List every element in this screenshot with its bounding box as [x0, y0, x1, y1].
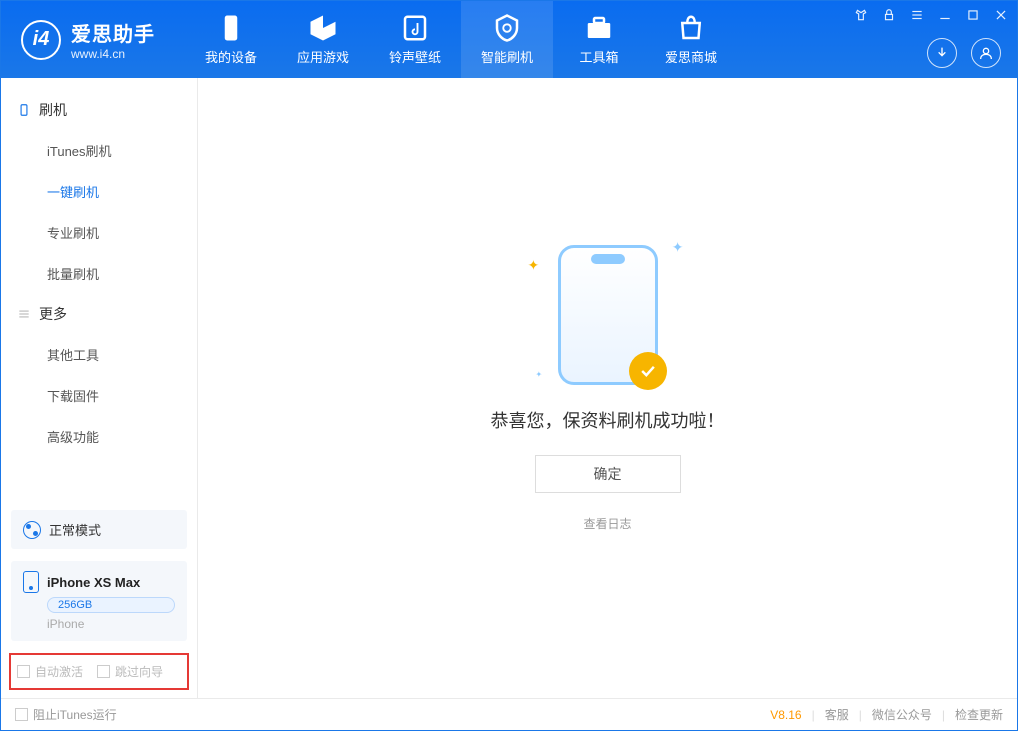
status-right: V8.16 | 客服 | 微信公众号 | 检查更新: [770, 706, 1003, 723]
header: i4 爱思助手 www.i4.cn 我的设备 应用游戏 铃声壁纸 智能刷机: [1, 1, 1017, 78]
nav-tab-label: 工具箱: [579, 47, 618, 66]
close-icon[interactable]: [993, 7, 1009, 23]
nav-tab-device[interactable]: 我的设备: [185, 1, 277, 78]
toolbox-icon: [584, 13, 614, 43]
sidebar: 刷机 iTunes刷机 一键刷机 专业刷机 批量刷机 更多 其他工具 下载固件 …: [1, 78, 198, 698]
menu-icon[interactable]: [909, 7, 925, 23]
shield-icon: [492, 13, 522, 43]
sidebar-item-pro[interactable]: 专业刷机: [1, 212, 197, 253]
checkbox-label: 跳过向导: [115, 663, 163, 680]
mode-label: 正常模式: [49, 520, 101, 539]
separator: |: [942, 708, 945, 722]
nav-tab-label: 智能刷机: [481, 47, 533, 66]
sidebar-group-more[interactable]: 更多: [1, 294, 197, 334]
logo-text: 爱思助手 www.i4.cn: [71, 18, 155, 61]
device-box[interactable]: iPhone XS Max 256GB iPhone: [11, 561, 187, 641]
body: 刷机 iTunes刷机 一键刷机 专业刷机 批量刷机 更多 其他工具 下载固件 …: [1, 78, 1017, 698]
sparkle-icon: ✦: [536, 370, 543, 379]
view-log-link[interactable]: 查看日志: [583, 515, 631, 532]
bottom-options-highlight: 自动激活 跳过向导: [9, 653, 189, 690]
cube-icon: [308, 13, 338, 43]
nav-tab-label: 我的设备: [205, 47, 257, 66]
device-storage-badge: 256GB: [47, 597, 175, 613]
store-icon: [676, 13, 706, 43]
success-text: 恭喜您，保资料刷机成功啦！: [491, 407, 725, 433]
logo-area: i4 爱思助手 www.i4.cn: [1, 1, 175, 78]
checkbox-skip-guide[interactable]: 跳过向导: [97, 663, 163, 680]
user-button[interactable]: [971, 38, 1001, 68]
device-icon: [23, 571, 39, 593]
status-link-support[interactable]: 客服: [825, 706, 849, 723]
sidebar-item-othertools[interactable]: 其他工具: [1, 334, 197, 375]
app-window: i4 爱思助手 www.i4.cn 我的设备 应用游戏 铃声壁纸 智能刷机: [0, 0, 1018, 731]
success-illustration: ✦ ✦ ✦: [558, 245, 658, 385]
phone-icon: [17, 103, 31, 117]
window-controls: [853, 7, 1009, 23]
app-title: 爱思助手: [71, 18, 155, 47]
checkbox-label: 阻止iTunes运行: [33, 706, 117, 723]
nav-tab-label: 应用游戏: [297, 47, 349, 66]
statusbar: 阻止iTunes运行 V8.16 | 客服 | 微信公众号 | 检查更新: [1, 698, 1017, 730]
sidebar-item-batch[interactable]: 批量刷机: [1, 253, 197, 294]
checkbox-icon: [15, 708, 28, 721]
nav-tab-ringtones[interactable]: 铃声壁纸: [369, 1, 461, 78]
confirm-button[interactable]: 确定: [535, 455, 681, 493]
sparkle-icon: ✦: [672, 239, 684, 256]
nav-tab-label: 爱思商城: [665, 47, 717, 66]
list-icon: [17, 307, 31, 321]
mode-box[interactable]: 正常模式: [11, 510, 187, 549]
main-content: ✦ ✦ ✦ 恭喜您，保资料刷机成功啦！ 确定 查看日志: [198, 78, 1017, 698]
status-link-update[interactable]: 检查更新: [955, 706, 1003, 723]
mode-icon: [23, 521, 41, 539]
nav-tab-label: 铃声壁纸: [389, 47, 441, 66]
status-link-wechat[interactable]: 微信公众号: [872, 706, 932, 723]
separator: |: [859, 708, 862, 722]
nav-tab-flash[interactable]: 智能刷机: [461, 1, 553, 78]
checkbox-block-itunes[interactable]: 阻止iTunes运行: [15, 706, 117, 723]
separator: |: [812, 708, 815, 722]
check-badge-icon: [629, 352, 667, 390]
sidebar-item-advanced[interactable]: 高级功能: [1, 416, 197, 457]
version-label: V8.16: [770, 708, 801, 722]
device-type: iPhone: [47, 617, 175, 631]
nav-tab-apps[interactable]: 应用游戏: [277, 1, 369, 78]
lock-icon[interactable]: [881, 7, 897, 23]
sparkle-icon: ✦: [528, 257, 540, 274]
checkbox-label: 自动激活: [35, 663, 83, 680]
nav-tab-store[interactable]: 爱思商城: [645, 1, 737, 78]
download-button[interactable]: [927, 38, 957, 68]
header-actions: [927, 38, 1001, 68]
device-icon: [216, 13, 246, 43]
sidebar-group-title: 刷机: [39, 100, 67, 120]
sidebar-item-oneclick[interactable]: 一键刷机: [1, 171, 197, 212]
sidebar-item-firmware[interactable]: 下载固件: [1, 375, 197, 416]
device-row: iPhone XS Max: [23, 571, 175, 593]
device-name: iPhone XS Max: [47, 575, 140, 590]
app-url: www.i4.cn: [71, 47, 155, 61]
checkbox-icon: [97, 665, 110, 678]
maximize-icon[interactable]: [965, 7, 981, 23]
phone-illustration-icon: [558, 245, 658, 385]
sidebar-top: 刷机 iTunes刷机 一键刷机 专业刷机 批量刷机 更多 其他工具 下载固件 …: [1, 78, 197, 504]
shirt-icon[interactable]: [853, 7, 869, 23]
nav-tabs: 我的设备 应用游戏 铃声壁纸 智能刷机 工具箱 爱思商城: [185, 1, 737, 78]
music-icon: [400, 13, 430, 43]
nav-tab-toolbox[interactable]: 工具箱: [553, 1, 645, 78]
checkbox-auto-activate[interactable]: 自动激活: [17, 663, 83, 680]
sidebar-group-flash[interactable]: 刷机: [1, 90, 197, 130]
logo-icon: i4: [21, 20, 61, 60]
checkbox-icon: [17, 665, 30, 678]
sidebar-group-title: 更多: [39, 304, 67, 324]
sidebar-item-itunes[interactable]: iTunes刷机: [1, 130, 197, 171]
minimize-icon[interactable]: [937, 7, 953, 23]
